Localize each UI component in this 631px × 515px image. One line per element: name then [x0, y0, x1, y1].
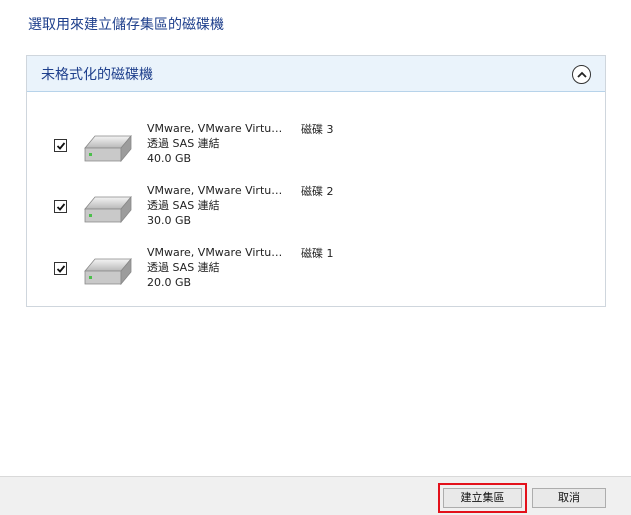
checkmark-icon	[56, 142, 66, 150]
hard-drive-icon	[84, 257, 132, 286]
disk-size: 40.0 GB	[147, 152, 192, 165]
checkmark-icon	[56, 265, 66, 273]
disk-label: 磁碟 1	[301, 247, 334, 260]
disk-connection: 透過 SAS 連結	[147, 137, 220, 150]
disk-info: VMware, VMware Virtu… 透過 SAS 連結 20.0 GB	[147, 245, 282, 290]
cancel-button[interactable]: 取消	[532, 488, 606, 508]
disk-row: VMware, VMware Virtu… 透過 SAS 連結 20.0 GB …	[27, 240, 605, 296]
disk-checkbox[interactable]	[54, 139, 67, 152]
chevron-up-icon	[577, 71, 587, 78]
disk-info: VMware, VMware Virtu… 透過 SAS 連結 30.0 GB	[147, 183, 282, 228]
disk-row: VMware, VMware Virtu… 透過 SAS 連結 30.0 GB …	[27, 178, 605, 234]
group-header[interactable]: 未格式化的磁碟機	[27, 56, 605, 92]
group-title: 未格式化的磁碟機	[41, 67, 153, 83]
disk-row: VMware, VMware Virtu… 透過 SAS 連結 40.0 GB …	[27, 116, 605, 172]
disk-connection: 透過 SAS 連結	[147, 199, 220, 212]
create-pool-button[interactable]: 建立集區	[443, 488, 522, 508]
page-title: 選取用來建立儲存集區的磁碟機	[28, 17, 224, 33]
dialog-footer: 建立集區 取消	[0, 476, 631, 515]
unformatted-disks-group: 未格式化的磁碟機 VMware, VMware Virtu… 透過 SAS 連結…	[26, 55, 606, 307]
disk-checkbox[interactable]	[54, 200, 67, 213]
disk-name: VMware, VMware Virtu…	[147, 122, 283, 135]
hard-drive-icon	[84, 195, 132, 224]
checkmark-icon	[56, 203, 66, 211]
disk-label: 磁碟 3	[301, 123, 334, 136]
disk-label: 磁碟 2	[301, 185, 334, 198]
disk-connection: 透過 SAS 連結	[147, 261, 220, 274]
collapse-button[interactable]	[572, 65, 591, 84]
disk-name: VMware, VMware Virtu…	[147, 184, 283, 197]
disk-size: 30.0 GB	[147, 214, 192, 227]
disk-size: 20.0 GB	[147, 276, 192, 289]
disk-name: VMware, VMware Virtu…	[147, 246, 283, 259]
disk-checkbox[interactable]	[54, 262, 67, 275]
hard-drive-icon	[84, 134, 132, 163]
disk-info: VMware, VMware Virtu… 透過 SAS 連結 40.0 GB	[147, 121, 282, 166]
